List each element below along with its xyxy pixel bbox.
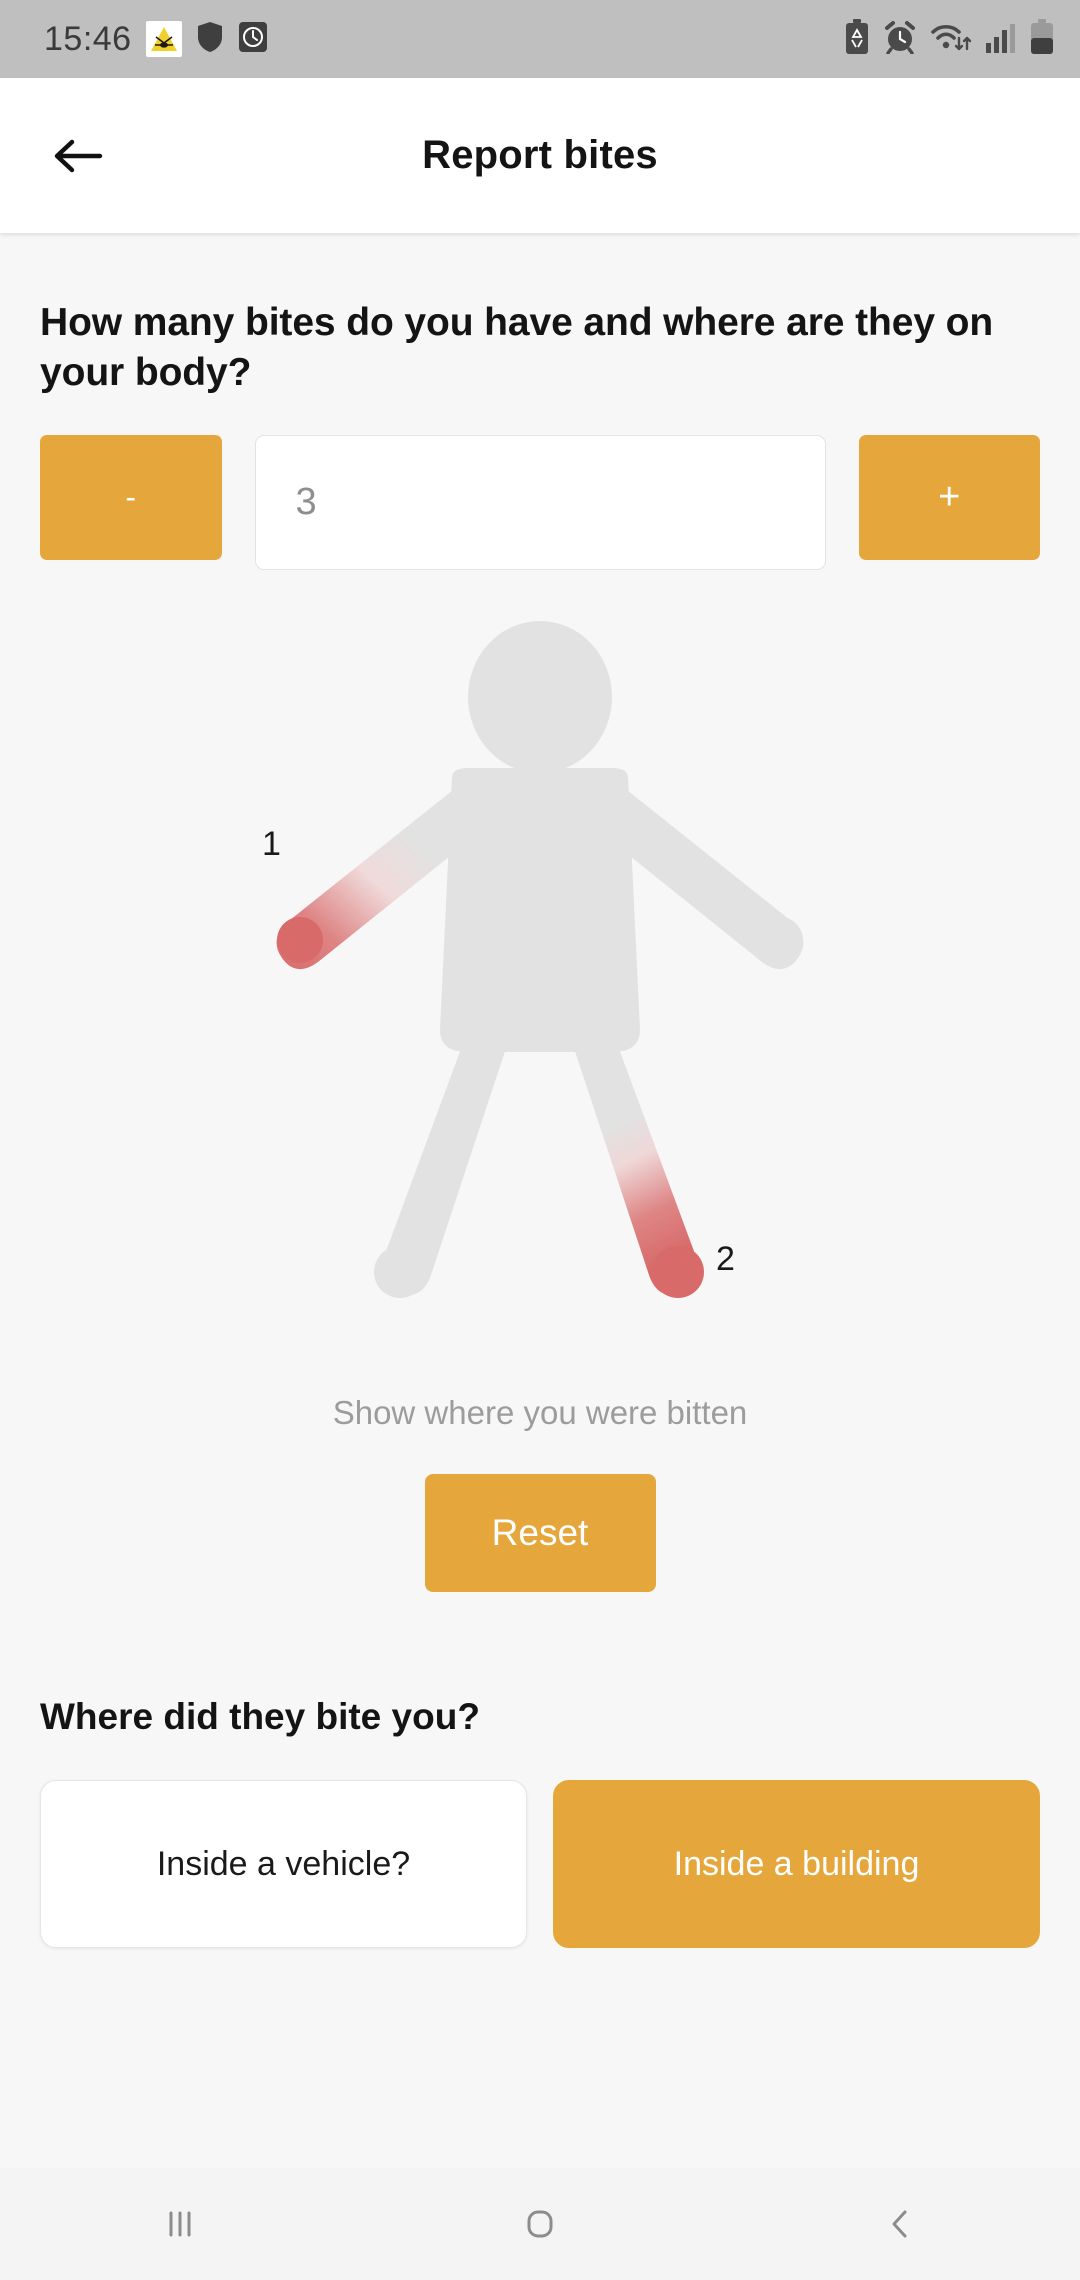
bite-marker-label-1: 1 [262,825,281,864]
body-figure-svg[interactable] [0,600,1080,1390]
status-bar: 15:46 [0,0,1080,78]
location-options: Inside a vehicle? Inside a building [40,1780,1040,1949]
battery-icon [1030,18,1054,60]
mosquito-warning-icon [145,21,182,57]
app-bar: Report bites [0,78,1080,233]
battery-saver-icon [844,18,870,60]
body-head [468,621,612,774]
nav-back-button[interactable] [810,2168,990,2280]
recents-button[interactable] [90,2168,270,2280]
nav-back-icon [892,2210,907,2238]
location-question: Where did they bite you? [40,1696,480,1738]
option-inside-building[interactable]: Inside a building [553,1780,1040,1949]
bite-count-question: How many bites do you have and where are… [40,301,994,394]
status-bar-right [844,18,1054,60]
reset-button-wrap: Reset [0,1474,1080,1593]
android-nav-bar [0,2168,1080,2280]
status-time: 15:46 [44,19,132,58]
home-button[interactable] [450,2168,630,2280]
back-arrow-icon [54,139,103,172]
reset-button[interactable]: Reset [424,1474,656,1593]
increment-button[interactable]: + [858,435,1040,561]
alarm-icon [883,20,917,59]
decrement-button[interactable]: - [40,435,222,561]
phone-screen: 15:46 Report bites How many bites do you… [0,0,1080,2280]
clock-icon [238,21,268,58]
status-bar-left: 15:46 [44,20,268,59]
recents-icon [169,2211,191,2237]
option-inside-vehicle[interactable]: Inside a vehicle? [40,1780,527,1949]
shield-icon [196,21,224,58]
home-icon [527,2210,553,2238]
bite-count-input[interactable] [254,435,826,571]
page-title: Report bites [422,133,658,177]
signal-icon [985,21,1017,58]
bite-marker-label-2: 2 [716,1240,735,1279]
body-diagram-hint: Show where you were bitten [332,1394,748,1432]
wifi-icon [930,20,972,59]
main-content: How many bites do you have and where are… [0,240,1080,2168]
body-torso [440,768,640,1053]
body-diagram[interactable]: 1 2 [0,600,1080,1390]
bite-count-stepper: - + [40,435,1040,571]
back-button[interactable] [42,120,114,192]
